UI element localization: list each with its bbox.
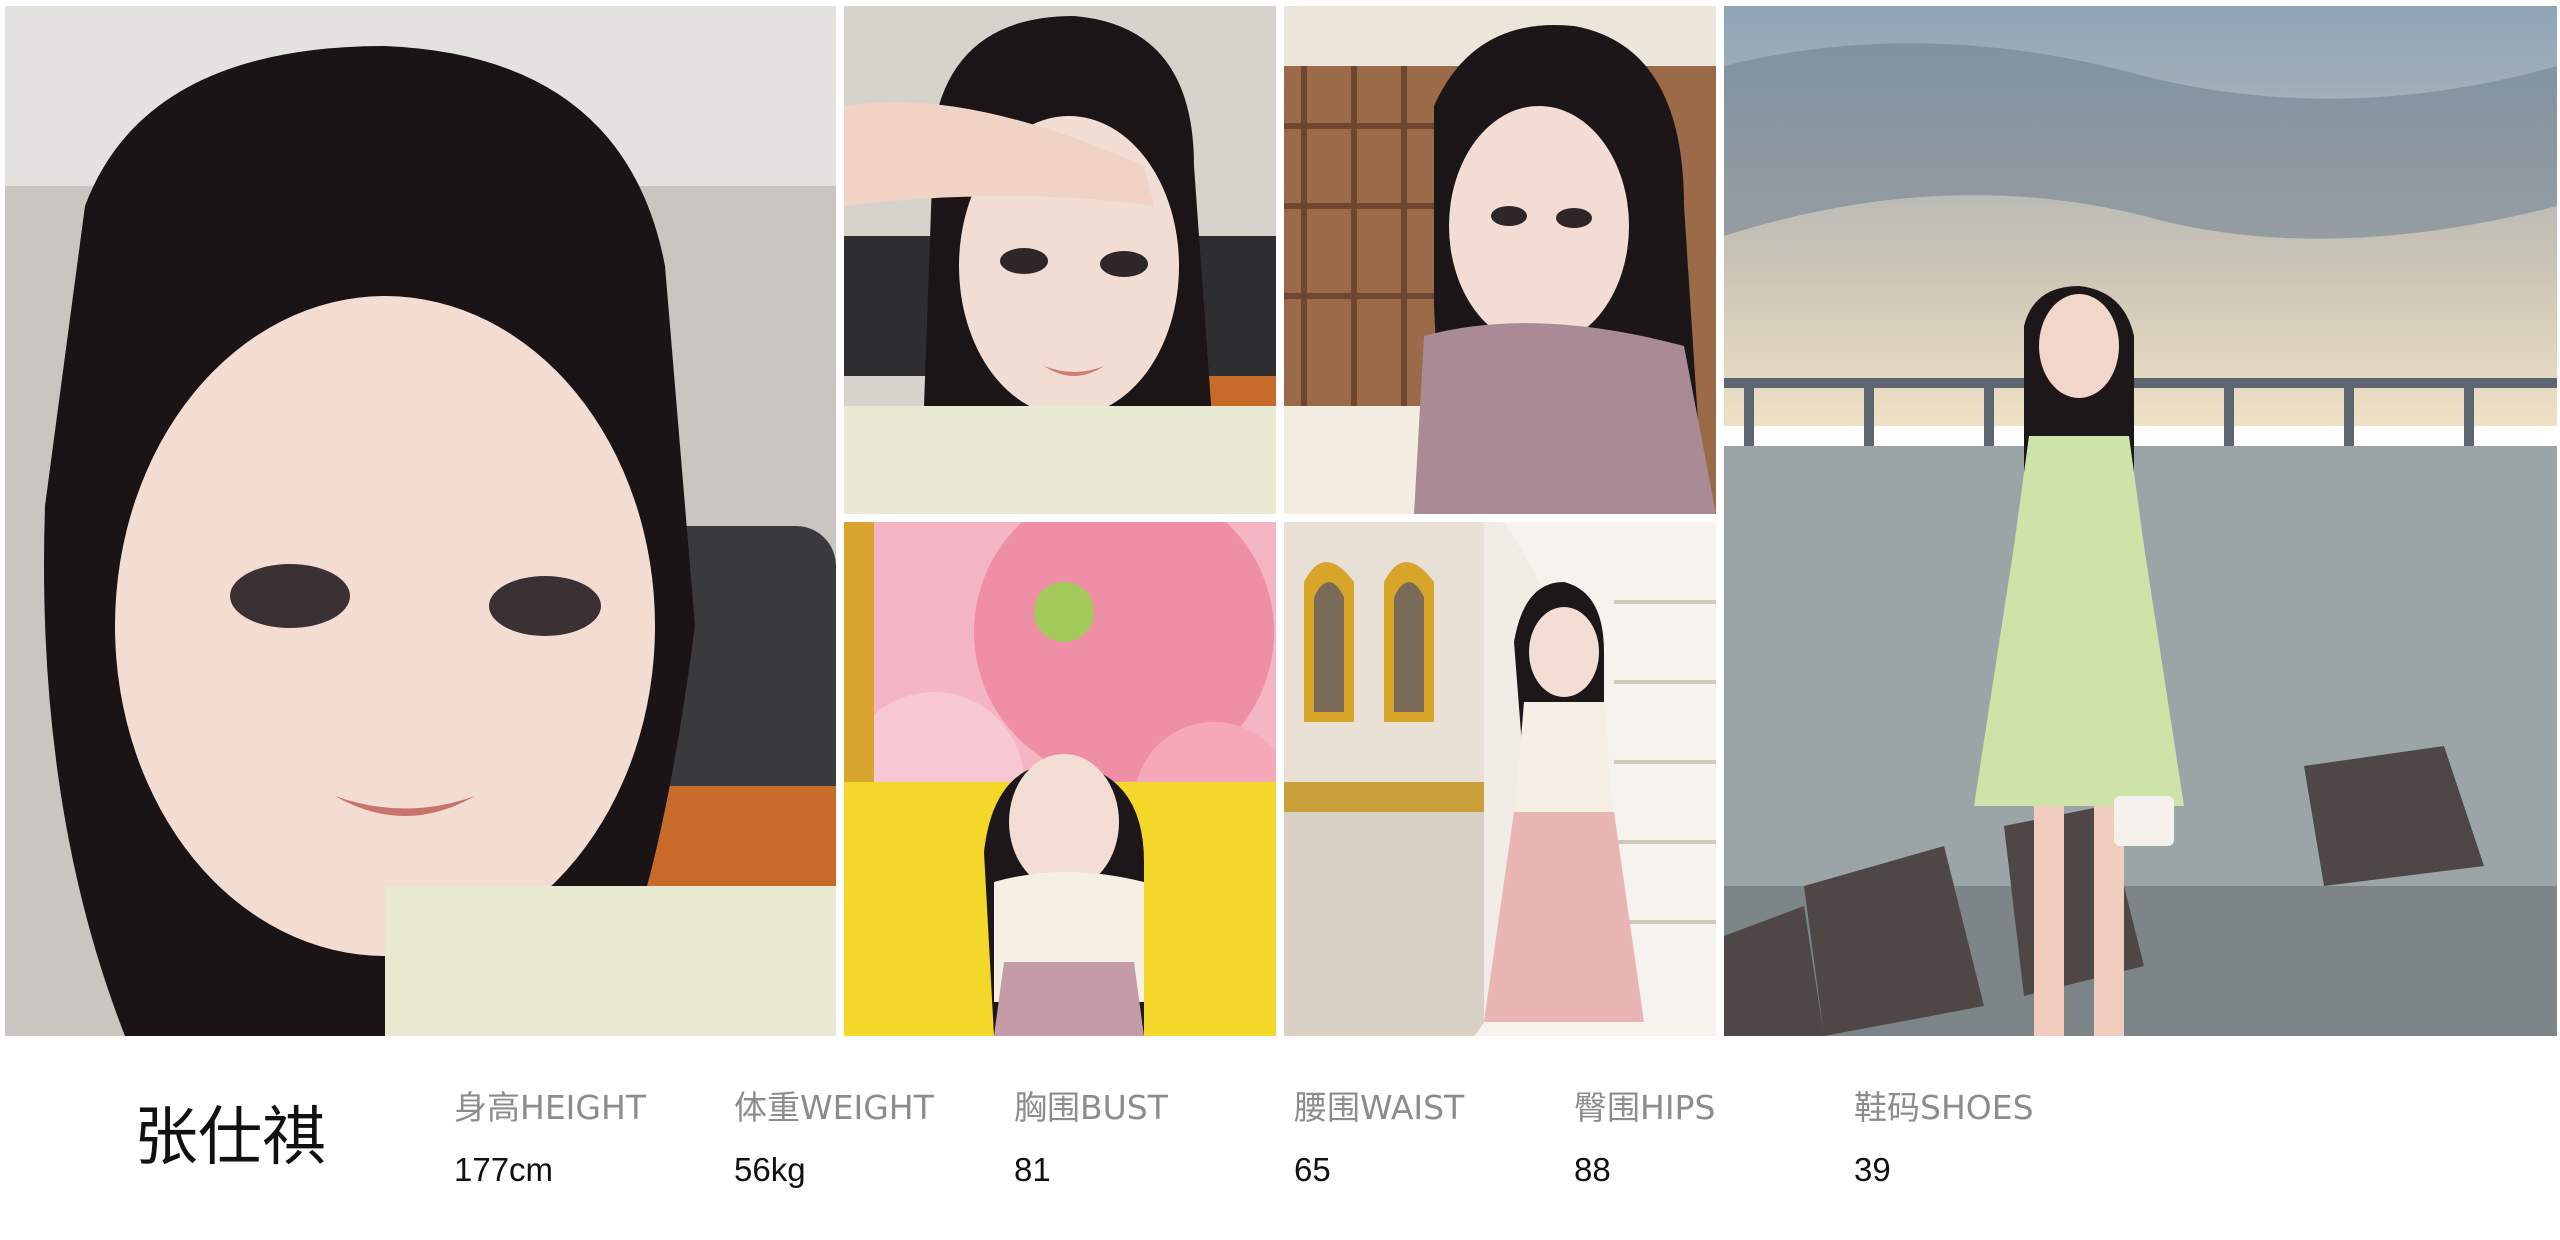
stat-shoes-label: 鞋码SHOES [1854,1088,2034,1127]
stat-height-label: 身高HEIGHT [454,1088,646,1127]
photo-salute-pose [844,6,1276,514]
stat-hips-label: 臀围HIPS [1574,1088,1716,1127]
stat-waist-label: 腰围WAIST [1294,1088,1465,1127]
stat-height: 身高HEIGHT 177cm [454,1086,646,1192]
photo-closeup-selfie [5,6,836,1036]
photo-seaside-dress [1724,6,2557,1036]
stat-bust-value: 81 [1014,1151,1051,1188]
stat-weight-label: 体重WEIGHT [734,1088,934,1127]
model-name: 张仕祺 [134,1101,326,1175]
stat-shoes-value: 39 [1854,1151,1891,1188]
photo-pink-mural [844,522,1276,1036]
stat-bust: 胸围BUST 81 [1014,1086,1168,1192]
stat-hips-value: 88 [1574,1151,1611,1188]
stat-waist: 腰围WAIST 65 [1294,1086,1464,1192]
stat-weight: 体重WEIGHT 56kg [734,1086,934,1192]
photo-palace-stairs [1284,522,1716,1036]
photo-cafe-sweater [1284,6,1716,514]
stat-waist-value: 65 [1294,1151,1331,1188]
stat-shoes: 鞋码SHOES 39 [1854,1086,2034,1192]
stat-height-value: 177cm [454,1151,554,1188]
stat-bust-label: 胸围BUST [1014,1088,1168,1127]
stat-hips: 臀围HIPS 88 [1574,1086,1715,1192]
stat-weight-value: 56kg [734,1151,806,1188]
